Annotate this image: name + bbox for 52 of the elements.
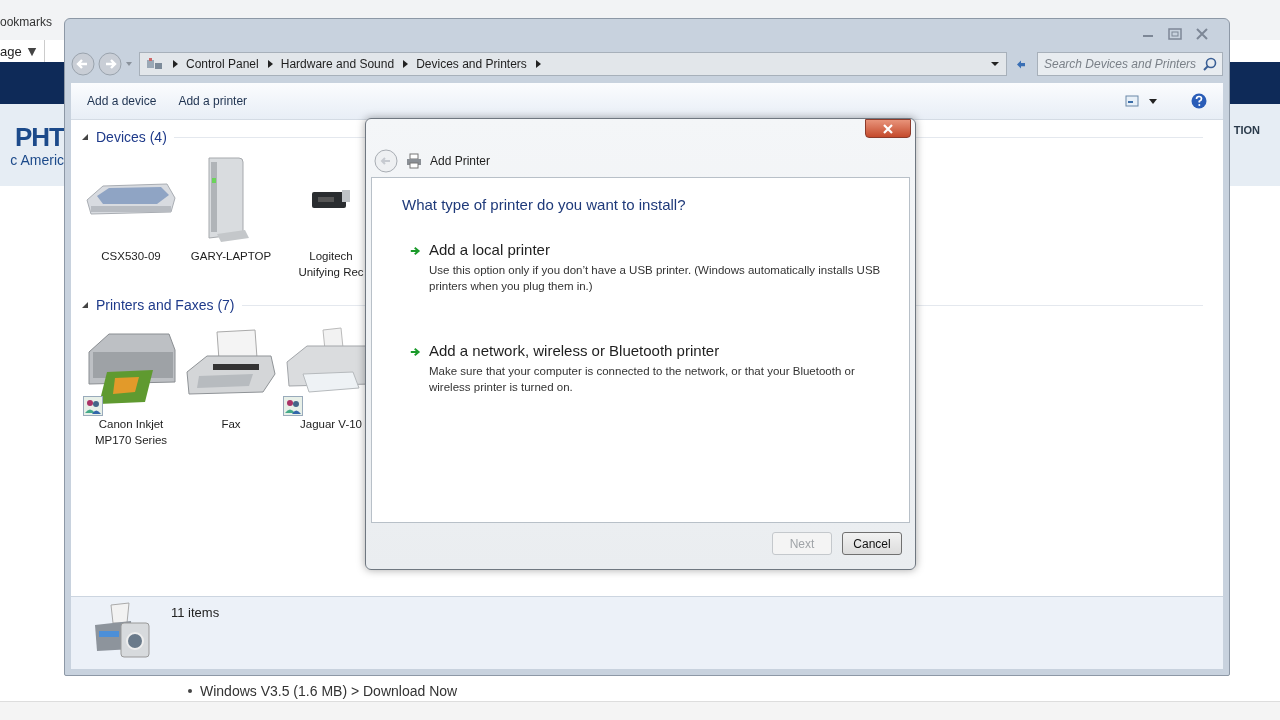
device-label[interactable]: Fax (221, 416, 241, 432)
group-header[interactable]: Devices (4) (96, 129, 167, 145)
breadcrumb-item[interactable]: Control Panel (186, 57, 259, 71)
toolbar-button[interactable]: Add a printer (172, 90, 254, 112)
toolbar-button[interactable]: Add a device (81, 90, 163, 112)
option-link[interactable]: Add a local printer (429, 241, 889, 258)
device-label[interactable]: Logitech Unifying Rec (298, 248, 364, 280)
scanner-icon (85, 182, 177, 216)
search-icon (1203, 57, 1217, 71)
page-menu[interactable]: age ▼ (0, 40, 45, 62)
chevron-icon (265, 59, 274, 69)
group-header[interactable]: Printers and Faxes (7) (96, 297, 235, 313)
nav-link[interactable]: TION (1233, 124, 1260, 136)
chevron-icon (401, 59, 410, 69)
logo-text: PHT (15, 122, 64, 152)
printer-icon (406, 153, 422, 169)
caret-icon: ▼ (27, 44, 37, 58)
view-icon (1125, 95, 1139, 107)
breadcrumb-item[interactable]: Hardware and Sound (280, 57, 395, 71)
back-icon (71, 52, 95, 76)
arrow-icon (410, 346, 421, 358)
item-count: 11 items (171, 605, 220, 622)
option-description: Use this option only if you don’t have a USB printer. (Windows automatically installs USB printers when you plug them in.) (429, 263, 882, 294)
receiver-icon (310, 188, 352, 210)
close-icon (1195, 28, 1209, 40)
option-description: Make sure that your computer is connected to the network, or that your Bluetooth or wireless printer is turned on. (429, 364, 856, 395)
chevron-icon (533, 59, 542, 69)
back-icon (374, 149, 398, 173)
help-icon (1191, 93, 1207, 109)
download-link[interactable]: Windows V3.5 (1.6 MB) > Download Now (200, 683, 458, 699)
device-label[interactable]: CSX530-09 (101, 248, 161, 264)
maximize-icon (1167, 28, 1183, 40)
device-label[interactable]: Jaguar V-10 (300, 416, 362, 432)
bookmarks-label: ookmarks (0, 15, 52, 29)
address-bar[interactable]: Control Panel Hardware and Sound Devices and Printers (139, 52, 1007, 76)
option-link[interactable]: Add a network, wireless or Bluetooth printer (429, 342, 889, 359)
device-label[interactable]: Canon Inkjet MP170 Series (94, 416, 168, 448)
breadcrumb-item[interactable]: Devices and Printers (416, 57, 527, 71)
arrow-icon (410, 245, 421, 257)
close-icon (882, 123, 894, 134)
menu-label: age (0, 43, 22, 59)
dialog-title: Add Printer (430, 154, 491, 168)
cancel-button[interactable]: Cancel (842, 532, 902, 555)
chevron-icon (171, 59, 179, 69)
control-panel-icon (146, 57, 164, 71)
dialog-heading: What type of printer do you want to install? (402, 196, 687, 213)
bullet-icon (188, 689, 192, 693)
search-field[interactable]: Search Devices and Printers (1037, 52, 1223, 76)
forward-icon (98, 52, 122, 76)
logo-tagline: c Americ (10, 152, 64, 168)
close-button[interactable] (865, 119, 911, 138)
device-label[interactable]: GARY-LAPTOP (190, 248, 272, 264)
